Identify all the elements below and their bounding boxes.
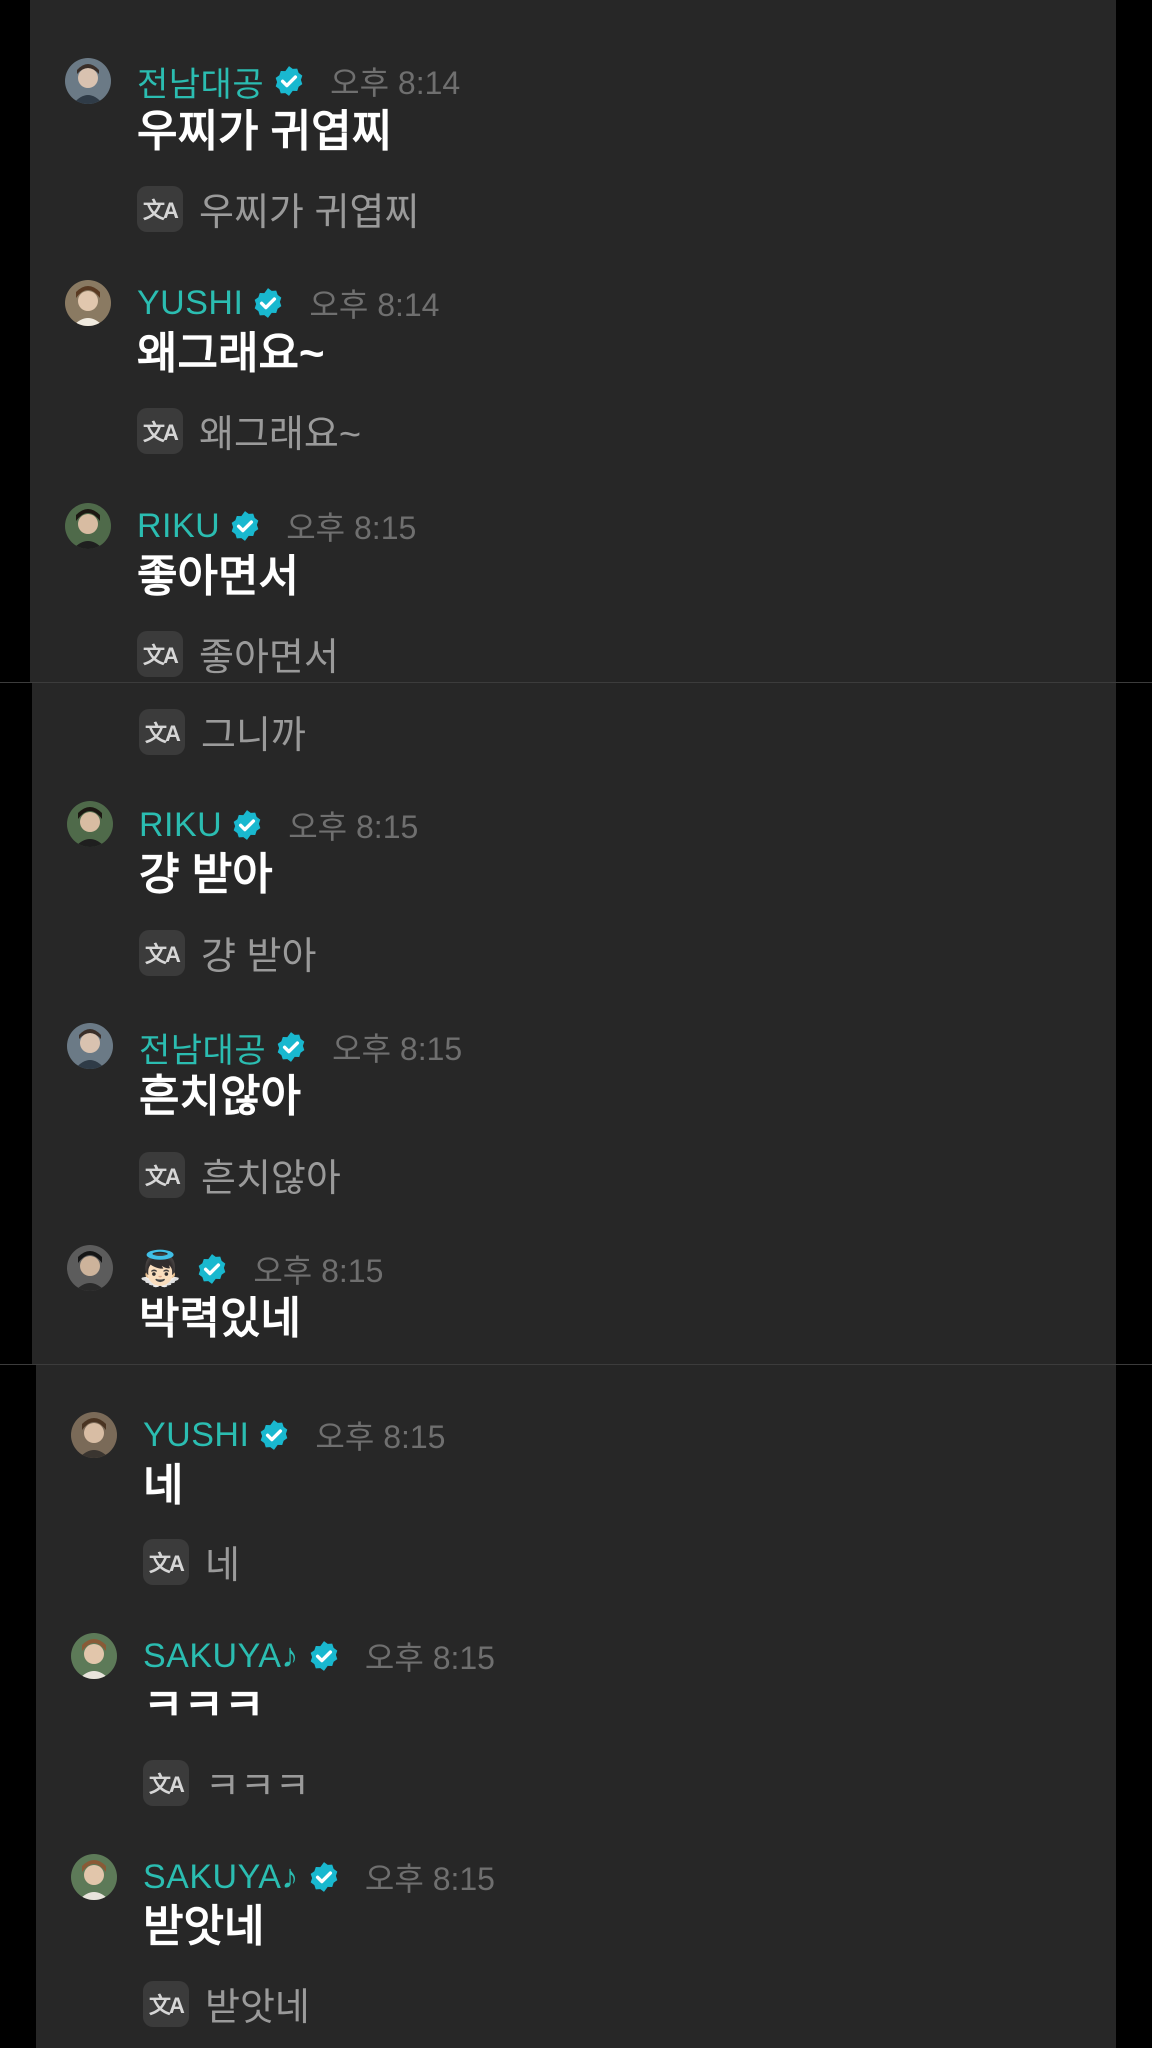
- avatar[interactable]: [65, 280, 111, 326]
- message-header: 전남대공 오후 8:15: [139, 1027, 463, 1070]
- verified-badge-icon: [307, 1639, 341, 1673]
- verified-badge-icon: [272, 64, 306, 98]
- translation-text: 좋아면서: [199, 637, 339, 679]
- translation-text: 네: [205, 1545, 240, 1587]
- sender-name[interactable]: 전남대공: [137, 57, 264, 106]
- sender-name[interactable]: RIKU: [139, 806, 222, 845]
- verified-badge-icon: [307, 1860, 341, 1894]
- timestamp: 오후 8:15: [286, 510, 417, 546]
- avatar[interactable]: [67, 1245, 113, 1291]
- avatar[interactable]: [71, 1854, 117, 1900]
- message-text: 왜그래요~: [137, 329, 325, 378]
- translation-text: 흔치않아: [201, 1158, 341, 1200]
- translate-icon[interactable]: 文A: [143, 1980, 189, 2027]
- timestamp: 오후 8:15: [364, 1861, 495, 1897]
- sender-name[interactable]: 👼🏻: [139, 1252, 181, 1286]
- timestamp: 오후 8:14: [309, 287, 440, 323]
- timestamp: 오후 8:15: [288, 809, 419, 845]
- message-text: 좋아면서: [137, 552, 299, 601]
- translation-row[interactable]: 文A 받앗네: [143, 1976, 310, 2031]
- sender-name[interactable]: SAKUYA♪: [143, 1858, 299, 1897]
- message-text: ㅋㅋㅋ: [143, 1681, 265, 1730]
- verified-badge-icon: [195, 1252, 229, 1286]
- sender-name[interactable]: RIKU: [137, 507, 220, 546]
- timestamp: 오후 8:14: [330, 65, 461, 101]
- translation-text: 그니까: [201, 715, 306, 757]
- message-text: 우찌가 귀엽찌: [137, 107, 393, 156]
- message-header: SAKUYA♪ 오후 8:15: [143, 1636, 495, 1677]
- chat-panel-3: YUSHI 오후 8:15 네 文A 네 SAKUYA♪ 오후 8:15 ㅋㅋㅋ…: [36, 1365, 1116, 2048]
- translate-icon[interactable]: 文A: [139, 708, 185, 755]
- translation-row[interactable]: 文A 우찌가 귀엽찌: [137, 181, 419, 236]
- verified-badge-icon: [251, 286, 285, 320]
- translation-text: ㅋㅋㅋ: [205, 1766, 310, 1808]
- verified-badge-icon: [257, 1418, 291, 1452]
- verified-badge-icon: [230, 808, 264, 842]
- message-text: 받앗네: [143, 1902, 265, 1951]
- translation-row[interactable]: 文A ㅋㅋㅋ: [143, 1755, 310, 1810]
- translate-icon[interactable]: 文A: [139, 1151, 185, 1198]
- timestamp: 오후 8:15: [315, 1419, 446, 1455]
- message-text: 네: [143, 1461, 184, 1510]
- message-header: RIKU 오후 8:15: [137, 506, 417, 547]
- translation-text: 받앗네: [205, 1987, 310, 2029]
- translation-row[interactable]: 文A 네: [143, 1534, 240, 1589]
- sender-name[interactable]: YUSHI: [137, 284, 243, 323]
- avatar[interactable]: [67, 1023, 113, 1069]
- translation-text: 우찌가 귀엽찌: [199, 192, 420, 234]
- message-text: 흔치않아: [139, 1072, 301, 1121]
- translation-row[interactable]: 文A 왜그래요~: [137, 403, 361, 458]
- message-header: RIKU 오후 8:15: [139, 805, 419, 846]
- sender-name[interactable]: SAKUYA♪: [143, 1637, 299, 1676]
- chat-panel-2: 文A 그니까 RIKU 오후 8:15 걍 받아 文A 걍 받아 전남대공 오후…: [32, 683, 1116, 1364]
- timestamp: 오후 8:15: [253, 1253, 384, 1289]
- message-text: 박력있네: [139, 1294, 301, 1343]
- verified-badge-icon: [228, 509, 262, 543]
- translation-row[interactable]: 文A 좋아면서: [137, 626, 339, 681]
- translate-icon[interactable]: 文A: [139, 929, 185, 976]
- chat-panel-1: 전남대공 오후 8:14 우찌가 귀엽찌 文A 우찌가 귀엽찌 YUSHI 오후…: [30, 0, 1116, 682]
- message-header: 👼🏻 오후 8:15: [139, 1249, 383, 1289]
- translation-row[interactable]: 文A 그니까: [139, 704, 306, 759]
- avatar[interactable]: [71, 1412, 117, 1458]
- translation-row[interactable]: 文A 걍 받아: [139, 925, 316, 980]
- translate-icon[interactable]: 文A: [137, 407, 183, 454]
- translation-row[interactable]: 文A 흔치않아: [139, 1147, 341, 1202]
- translate-icon[interactable]: 文A: [137, 630, 183, 677]
- avatar[interactable]: [65, 503, 111, 549]
- avatar[interactable]: [65, 58, 111, 104]
- verified-badge-icon: [274, 1030, 308, 1064]
- avatar[interactable]: [71, 1633, 117, 1679]
- message-header: YUSHI 오후 8:14: [137, 283, 440, 324]
- timestamp: 오후 8:15: [364, 1640, 495, 1676]
- message-text: 걍 받아: [139, 850, 273, 899]
- message-header: YUSHI 오후 8:15: [143, 1415, 446, 1456]
- sender-name[interactable]: YUSHI: [143, 1416, 249, 1455]
- message-header: 전남대공 오후 8:14: [137, 61, 461, 104]
- translate-icon[interactable]: 文A: [143, 1538, 189, 1585]
- translate-icon[interactable]: 文A: [143, 1759, 189, 1806]
- translate-icon[interactable]: 文A: [137, 185, 183, 232]
- avatar[interactable]: [67, 801, 113, 847]
- timestamp: 오후 8:15: [332, 1031, 463, 1067]
- translation-text: 왜그래요~: [199, 414, 362, 456]
- message-header: SAKUYA♪ 오후 8:15: [143, 1857, 495, 1898]
- sender-name[interactable]: 전남대공: [139, 1023, 266, 1072]
- translation-text: 걍 받아: [201, 936, 317, 978]
